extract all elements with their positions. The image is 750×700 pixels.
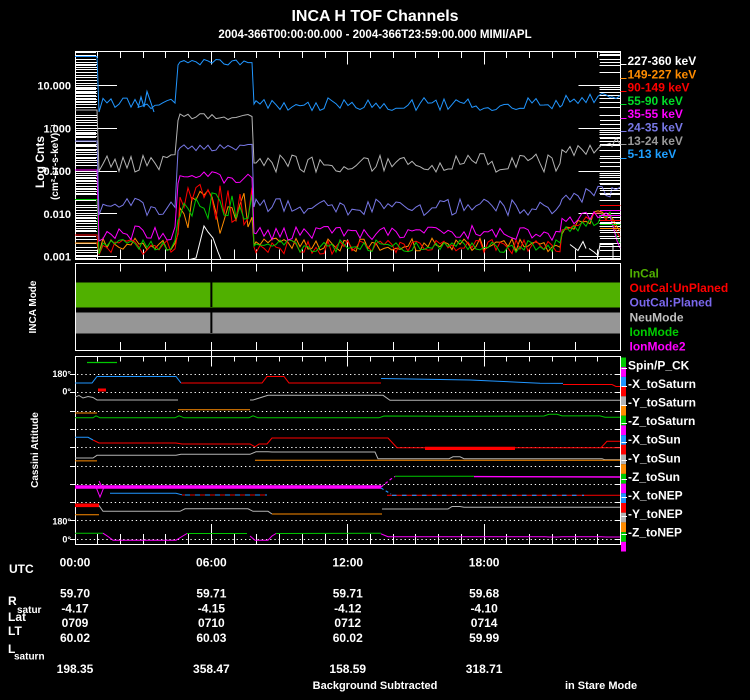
svg-text:-Y_toSun: -Y_toSun bbox=[628, 451, 681, 465]
svg-text:90-149 keV: 90-149 keV bbox=[628, 81, 690, 95]
svg-text:INCA Mode: INCA Mode bbox=[28, 280, 39, 333]
svg-text:-4.12: -4.12 bbox=[334, 602, 362, 616]
svg-text:180°: 180° bbox=[52, 369, 71, 379]
svg-text:06:00: 06:00 bbox=[196, 556, 227, 570]
svg-text:227-360 keV: 227-360 keV bbox=[628, 54, 697, 68]
svg-text:318.71: 318.71 bbox=[466, 662, 503, 676]
svg-text:OutCal:Planed: OutCal:Planed bbox=[630, 296, 713, 310]
svg-text:InCal: InCal bbox=[630, 267, 659, 281]
svg-text:-4.15: -4.15 bbox=[198, 602, 226, 616]
svg-text:saturn: saturn bbox=[14, 652, 45, 663]
svg-text:0.001: 0.001 bbox=[43, 252, 71, 264]
svg-text:0.010: 0.010 bbox=[43, 209, 71, 221]
svg-text:-Z_toNEP: -Z_toNEP bbox=[628, 525, 682, 539]
svg-text:in Stare Mode: in Stare Mode bbox=[565, 680, 637, 692]
svg-text:5-13 keV: 5-13 keV bbox=[628, 147, 677, 161]
svg-text:IonMode2: IonMode2 bbox=[630, 340, 686, 354]
svg-text:59.71: 59.71 bbox=[196, 587, 226, 601]
svg-text:-Z_toSaturn: -Z_toSaturn bbox=[628, 414, 695, 428]
svg-text:60.02: 60.02 bbox=[60, 631, 90, 645]
svg-text:0°: 0° bbox=[62, 387, 71, 397]
svg-text:12:00: 12:00 bbox=[332, 556, 363, 570]
svg-text:Spin/P_CK: Spin/P_CK bbox=[628, 359, 690, 373]
svg-text:60.02: 60.02 bbox=[333, 631, 363, 645]
svg-text:13-24 keV: 13-24 keV bbox=[628, 134, 683, 148]
svg-text:(cm²-sr-s-keV)¯¹: (cm²-sr-s-keV)¯¹ bbox=[49, 123, 61, 200]
svg-text:UTC: UTC bbox=[9, 562, 34, 576]
svg-text:NeuMode: NeuMode bbox=[630, 310, 684, 324]
svg-text:Log Cnts: Log Cnts bbox=[33, 136, 47, 188]
svg-text:0712: 0712 bbox=[334, 616, 361, 630]
svg-text:0709: 0709 bbox=[62, 616, 89, 630]
svg-text:-Y_toNEP: -Y_toNEP bbox=[628, 507, 683, 521]
svg-text:59.70: 59.70 bbox=[60, 587, 90, 601]
svg-text:0710: 0710 bbox=[198, 616, 225, 630]
svg-text:24-35 keV: 24-35 keV bbox=[628, 121, 683, 135]
svg-text:59.71: 59.71 bbox=[333, 587, 363, 601]
svg-text:59.99: 59.99 bbox=[469, 631, 499, 645]
svg-text:LT: LT bbox=[8, 624, 22, 638]
svg-text:0714: 0714 bbox=[471, 616, 498, 630]
svg-text:OutCal:UnPlaned: OutCal:UnPlaned bbox=[630, 281, 729, 295]
svg-text:-4.10: -4.10 bbox=[470, 602, 498, 616]
svg-text:Background Subtracted: Background Subtracted bbox=[313, 680, 438, 692]
svg-text:-X_toNEP: -X_toNEP bbox=[628, 488, 683, 502]
svg-text:-X_toSaturn: -X_toSaturn bbox=[628, 377, 696, 391]
svg-text:R: R bbox=[8, 594, 17, 608]
svg-text:18:00: 18:00 bbox=[469, 556, 500, 570]
svg-text:180°: 180° bbox=[52, 517, 71, 527]
svg-text:00:00: 00:00 bbox=[60, 556, 91, 570]
svg-text:2004-366T00:00:00.000 - 2004-3: 2004-366T00:00:00.000 - 2004-366T23:59:0… bbox=[218, 29, 531, 41]
svg-text:0°: 0° bbox=[62, 535, 71, 545]
svg-text:-Z_toSun: -Z_toSun bbox=[628, 470, 680, 484]
svg-text:-4.17: -4.17 bbox=[61, 602, 89, 616]
svg-text:-X_toSun: -X_toSun bbox=[628, 433, 681, 447]
svg-text:60.03: 60.03 bbox=[196, 631, 226, 645]
svg-text:55-90 keV: 55-90 keV bbox=[628, 94, 683, 108]
svg-text:-Y_toSaturn: -Y_toSaturn bbox=[628, 396, 696, 410]
svg-text:158.59: 158.59 bbox=[329, 662, 366, 676]
svg-text:358.47: 358.47 bbox=[193, 662, 230, 676]
svg-text:INCA H TOF Channels: INCA H TOF Channels bbox=[291, 8, 458, 25]
svg-text:Cassini Attitude: Cassini Attitude bbox=[30, 412, 41, 488]
svg-text:Lat: Lat bbox=[8, 610, 26, 624]
svg-text:10.000: 10.000 bbox=[37, 81, 71, 93]
svg-text:198.35: 198.35 bbox=[57, 662, 94, 676]
svg-text:149-227 keV: 149-227 keV bbox=[628, 67, 697, 81]
svg-text:35-55 keV: 35-55 keV bbox=[628, 107, 683, 121]
svg-text:IonMode: IonMode bbox=[630, 325, 680, 339]
svg-text:59.68: 59.68 bbox=[469, 587, 499, 601]
